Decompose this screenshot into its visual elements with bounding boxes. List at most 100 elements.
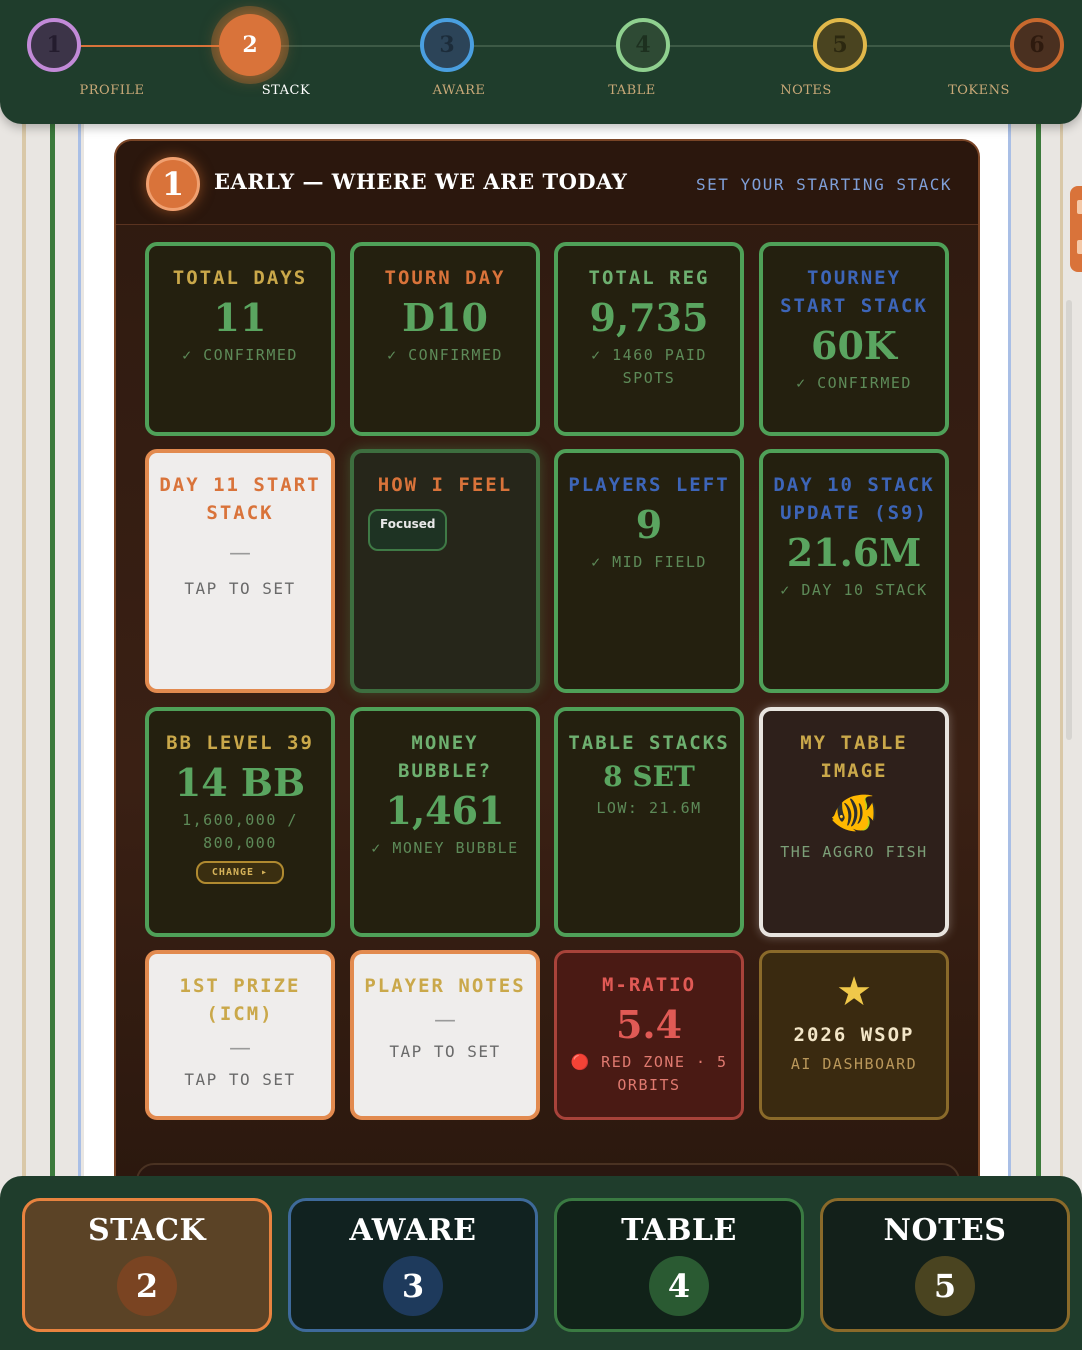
card-sub: ✓ CONFIRMED (182, 346, 298, 364)
card-value: 1,461 (385, 788, 505, 833)
card-players-left[interactable]: PLAYERS LEFT 9 ✓ MID FIELD (554, 449, 744, 693)
card-sub: ✓ MID FIELD (591, 553, 707, 571)
card-sub: ✓ CONFIRMED (387, 346, 503, 364)
fish-icon: 🐠 (829, 790, 879, 836)
card-label: TOURN DAY (384, 267, 506, 289)
step-stack[interactable]: 2 (219, 14, 281, 76)
card-value: 8 SET (603, 760, 695, 793)
step-table[interactable]: 4 (616, 18, 670, 72)
card-sub: TAP TO SET (184, 579, 296, 598)
nav-label: AWARE (349, 1213, 477, 1248)
nav-number: 3 (383, 1256, 443, 1316)
step-label-stack: STACK (261, 83, 311, 98)
card-label: TOTAL REG (588, 267, 710, 289)
step-number: 5 (832, 32, 848, 58)
card-money-bubble[interactable]: MONEY BUBBLE? 1,461 ✓ MONEY BUBBLE (350, 707, 540, 937)
set-starting-stack-link[interactable]: SET YOUR STARTING STACK (696, 175, 952, 194)
phase-header: 1 EARLY — WHERE WE ARE TODAY SET YOUR ST… (116, 141, 978, 225)
card-label: MY TABLE IMAGE (800, 732, 908, 782)
card-day10-stack-update[interactable]: DAY 10 STACK UPDATE (S9) 21.6M ✓ DAY 10 … (759, 449, 949, 693)
card-label: HOW I FEEL (377, 474, 513, 496)
card-value: 14 BB (174, 760, 306, 805)
phase-number-badge: 1 (146, 157, 200, 211)
side-drawer-tab[interactable] (1070, 186, 1082, 272)
card-value: D10 (402, 295, 488, 340)
step-label-aware: AWARE (432, 83, 486, 98)
mood-chip[interactable]: Focused (368, 509, 448, 551)
star-icon: ★ (836, 969, 872, 1015)
nav-number: 2 (117, 1256, 177, 1316)
card-table-stacks[interactable]: TABLE STACKS 8 SET LOW: 21.6M (554, 707, 744, 937)
step-profile[interactable]: 1 (27, 18, 81, 72)
card-sub: THE AGGRO FISH (780, 843, 928, 861)
card-sub: 1,600,000 / 800,000 (182, 811, 298, 852)
decor-stripe (50, 0, 55, 1350)
card-first-prize[interactable]: 1ST PRIZE (ICM) — TAP TO SET (145, 950, 335, 1120)
card-label: TOURNEY START STACK (780, 267, 928, 317)
nav-label: STACK (87, 1213, 207, 1248)
card-label: M-RATIO (601, 974, 697, 996)
card-label: DAY 11 START STACK (159, 474, 321, 524)
step-progress-bar: 1 2 3 4 5 6 PROFILE STACK AWARE TABLE NO… (0, 0, 1082, 124)
step-tokens[interactable]: 6 (1010, 18, 1064, 72)
card-value: 60K (811, 323, 897, 368)
card-value: 9,735 (589, 295, 709, 340)
nav-stack-button[interactable]: STACK 2 (22, 1198, 272, 1332)
step-label-notes: NOTES (780, 83, 832, 98)
card-value: 11 (213, 295, 267, 340)
decor-stripe (1008, 0, 1011, 1350)
step-label-profile: PROFILE (79, 83, 145, 98)
card-value: 5.4 (615, 1002, 683, 1047)
decor-stripe (78, 0, 81, 1350)
bottom-navigation: STACK 2 AWARE 3 TABLE 4 NOTES 5 (0, 1176, 1082, 1350)
card-sub: TAP TO SET (389, 1042, 501, 1061)
card-player-notes[interactable]: PLAYER NOTES — TAP TO SET (350, 950, 540, 1120)
card-label: 2026 WSOP (793, 1024, 915, 1046)
nav-notes-button[interactable]: NOTES 5 (820, 1198, 1070, 1332)
change-blinds-button[interactable]: CHANGE ▸ (195, 861, 285, 884)
card-tourney-start-stack[interactable]: TOURNEY START STACK 60K ✓ CONFIRMED (759, 242, 949, 436)
card-value: 9 (635, 502, 663, 547)
card-sub: AI DASHBOARD (790, 1055, 918, 1073)
nav-label: NOTES (883, 1213, 1007, 1248)
card-wsop-dashboard: ★ 2026 WSOP AI DASHBOARD (759, 950, 949, 1120)
card-empty-dash: — (229, 541, 251, 566)
step-number: 3 (439, 32, 455, 58)
step-notes[interactable]: 5 (813, 18, 867, 72)
nav-aware-button[interactable]: AWARE 3 (288, 1198, 538, 1332)
phase-panel: 1 EARLY — WHERE WE ARE TODAY SET YOUR ST… (114, 139, 980, 1199)
decor-stripe (1060, 0, 1063, 1350)
card-sub: 🔴 RED ZONE · 5 ORBITS (570, 1053, 728, 1094)
card-table-image[interactable]: MY TABLE IMAGE 🐠 THE AGGRO FISH (759, 707, 949, 937)
nav-table-button[interactable]: TABLE 4 (554, 1198, 804, 1332)
card-empty-dash: — (229, 1036, 251, 1061)
card-sub: ✓ CONFIRMED (796, 374, 912, 392)
card-how-i-feel[interactable]: HOW I FEEL Focused (350, 449, 540, 693)
card-label: PLAYER NOTES (364, 975, 526, 997)
card-label: PLAYERS LEFT (568, 474, 730, 496)
card-label: MONEY BUBBLE? (397, 732, 493, 782)
card-total-days[interactable]: TOTAL DAYS 11 ✓ CONFIRMED (145, 242, 335, 436)
card-bb-level[interactable]: BB LEVEL 39 14 BB 1,600,000 / 800,000 CH… (145, 707, 335, 937)
step-number: 6 (1029, 32, 1045, 58)
card-m-ratio[interactable]: M-RATIO 5.4 🔴 RED ZONE · 5 ORBITS (554, 950, 744, 1120)
decor-stripe (22, 0, 26, 1350)
card-total-reg[interactable]: TOTAL REG 9,735 ✓ 1460 PAID SPOTS (554, 242, 744, 436)
nav-number: 4 (649, 1256, 709, 1316)
scrollbar[interactable] (1066, 300, 1072, 740)
card-label: 1ST PRIZE (ICM) (179, 975, 301, 1025)
nav-label: TABLE (621, 1213, 737, 1248)
card-sub: ✓ DAY 10 STACK (780, 581, 928, 599)
step-aware[interactable]: 3 (420, 18, 474, 72)
card-sub: LOW: 21.6M (596, 799, 702, 817)
card-sub: ✓ MONEY BUBBLE (371, 839, 519, 857)
card-label: BB LEVEL 39 (166, 732, 314, 754)
step-number: 2 (242, 32, 258, 58)
card-tourn-day[interactable]: TOURN DAY D10 ✓ CONFIRMED (350, 242, 540, 436)
card-sub: TAP TO SET (184, 1070, 296, 1089)
step-number: 1 (46, 32, 62, 58)
step-label-tokens: TOKENS (948, 83, 1010, 98)
nav-number: 5 (915, 1256, 975, 1316)
card-label: TABLE STACKS (568, 732, 730, 754)
card-day11-start-stack[interactable]: DAY 11 START STACK — TAP TO SET (145, 449, 335, 693)
